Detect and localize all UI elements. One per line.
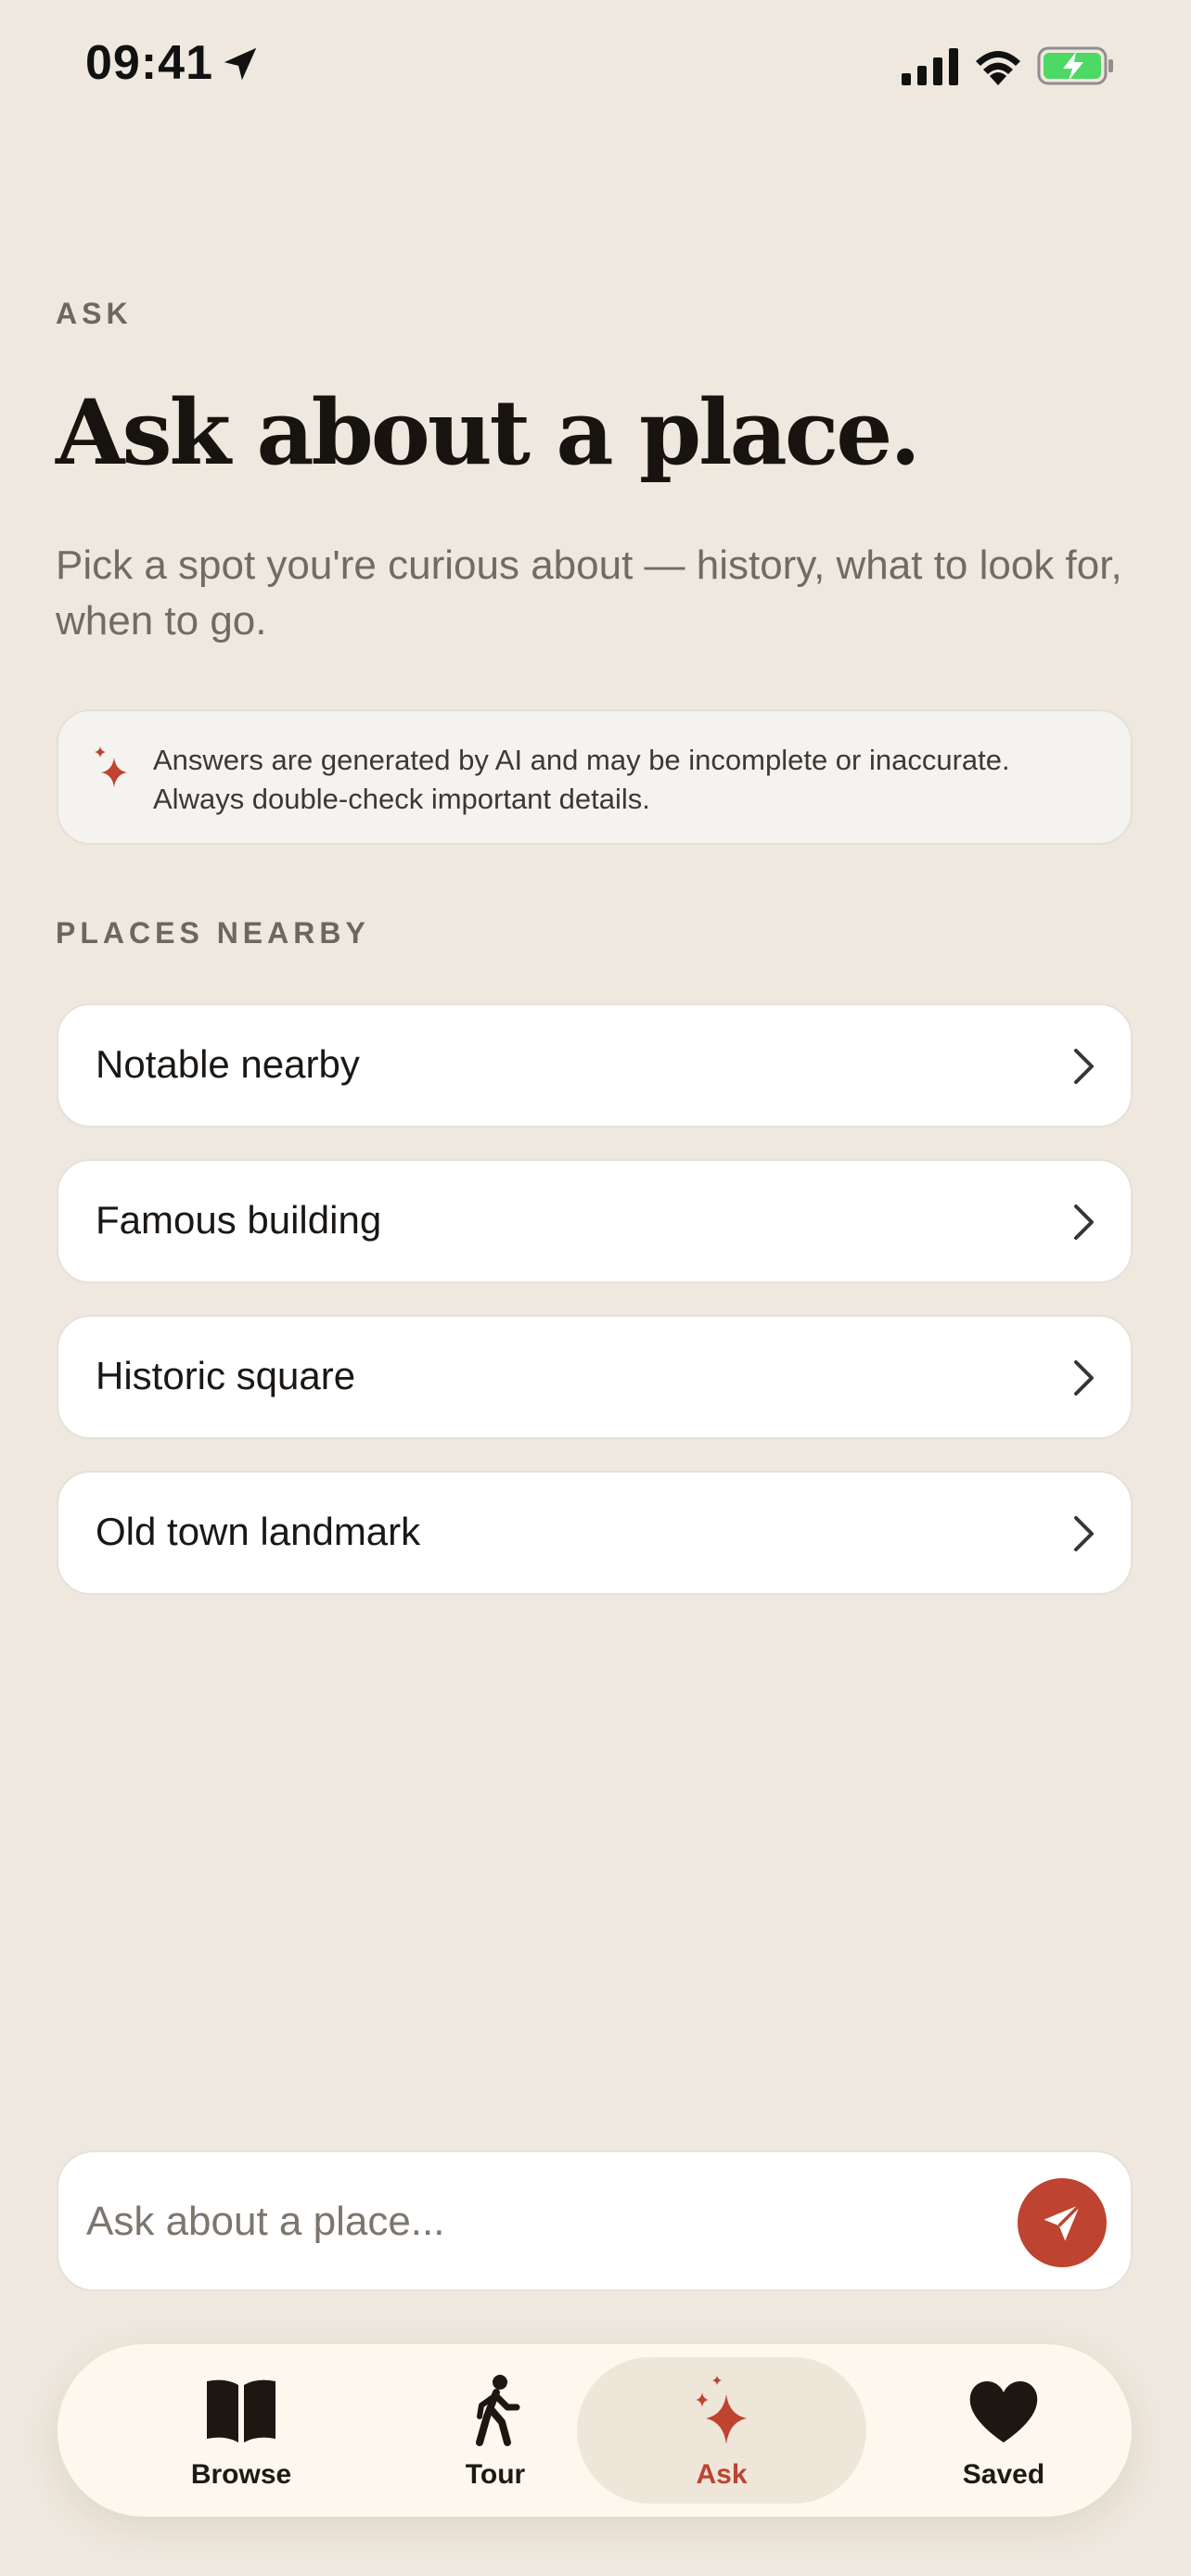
walking-person-icon [476,2375,520,2446]
tab-label: Ask [696,2459,748,2490]
tab-browse[interactable]: Browse [96,2357,386,2504]
chevron-right-icon [1074,1049,1094,1084]
chevron-right-icon [1074,1516,1094,1551]
location-arrow-icon [224,47,257,81]
place-item-old-town-landmark[interactable]: Old town landmark [57,1471,1133,1595]
sparkle-icon [95,746,127,787]
status-time: 09:41 [85,36,213,90]
tab-saved[interactable]: Saved [859,2357,1148,2504]
ai-disclaimer-notice: Answers are generated by AI and may be i… [57,709,1133,845]
wifi-icon [976,51,1020,85]
send-icon [1044,2203,1082,2241]
tab-bar: Browse Tour Ask Saved [58,2344,1132,2517]
ask-input[interactable] [84,2180,923,2264]
place-item-label: Historic square [96,1354,356,1397]
place-item-historic-square[interactable]: Historic square [57,1315,1133,1439]
page-subtitle: Pick a spot you're curious about — histo… [56,542,1122,644]
ask-input-container [57,2150,1133,2291]
places-section-label: PLACES NEARBY [56,916,370,950]
book-icon [207,2379,275,2442]
tab-ask[interactable]: Ask [577,2357,866,2504]
place-item-famous-building[interactable]: Famous building [57,1159,1133,1283]
chevron-right-icon [1074,1360,1094,1396]
battery-charging-icon [1037,46,1113,85]
sparkle-icon [696,2376,747,2444]
section-eyebrow: ASK [56,297,133,330]
tab-label: Browse [190,2459,292,2490]
notice-text: Answers are generated by AI and may be i… [153,744,1010,815]
status-bar: 09:41 [0,0,1191,130]
chevron-right-icon [1074,1205,1094,1240]
place-item-label: Old town landmark [96,1510,421,1553]
cellular-signal-icon [902,48,958,85]
place-item-label: Notable nearby [96,1042,360,1086]
place-item-notable-nearby[interactable]: Notable nearby [57,1003,1133,1128]
tab-label: Saved [962,2459,1045,2490]
page-title: Ask about a place. [56,380,921,485]
place-item-label: Famous building [96,1198,382,1242]
heart-icon [969,2381,1038,2442]
send-button[interactable] [1018,2178,1107,2267]
